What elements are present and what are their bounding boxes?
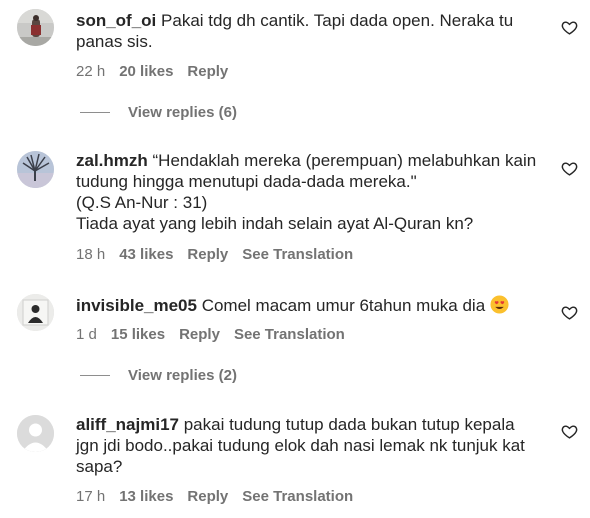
heart-outline-icon[interactable] xyxy=(561,304,578,321)
comment-text: aliff_najmi17 pakai tudung tutup dada bu… xyxy=(76,414,554,477)
likes-count[interactable]: 15 likes xyxy=(111,326,165,344)
comment-meta: 18 h 43 likes Reply See Translation xyxy=(76,246,353,264)
heart-outline-icon[interactable] xyxy=(561,160,578,177)
username[interactable]: zal.hmzh xyxy=(76,151,148,170)
comment-text: zal.hmzh “Hendaklah mereka (perempuan) m… xyxy=(76,150,554,234)
comment-body: Comel macam umur 6tahun muka dia xyxy=(196,296,490,315)
view-replies-label: View replies (2) xyxy=(128,367,237,384)
comment-zal-hmzh: zal.hmzh “Hendaklah mereka (perempuan) m… xyxy=(0,140,590,270)
reply-button[interactable]: Reply xyxy=(187,63,228,81)
view-replies-button[interactable]: View replies (6) xyxy=(80,104,237,121)
comment-meta: 17 h 13 likes Reply See Translation xyxy=(76,488,353,506)
user-photo-icon xyxy=(17,294,54,331)
comment-meta: 22 h 20 likes Reply xyxy=(76,63,228,81)
comment-son-of-oi: son_of_oi Pakai tdg dh cantik. Tapi dada… xyxy=(0,0,590,130)
likes-count[interactable]: 20 likes xyxy=(119,63,173,81)
heart-eyes-emoji-icon xyxy=(490,295,509,314)
see-translation-button[interactable]: See Translation xyxy=(234,326,345,344)
timestamp[interactable]: 1 d xyxy=(76,326,97,344)
comment-aliff-najmi17: aliff_najmi17 pakai tudung tutup dada bu… xyxy=(0,404,590,518)
reply-button[interactable]: Reply xyxy=(187,488,228,506)
likes-count[interactable]: 13 likes xyxy=(119,488,173,506)
likes-count[interactable]: 43 likes xyxy=(119,246,173,264)
avatar[interactable] xyxy=(17,9,54,46)
view-replies-button[interactable]: View replies (2) xyxy=(80,367,237,384)
avatar[interactable] xyxy=(17,294,54,331)
see-translation-button[interactable]: See Translation xyxy=(242,488,353,506)
default-avatar-icon xyxy=(17,415,54,452)
username[interactable]: invisible_me05 xyxy=(76,296,197,315)
heart-outline-icon[interactable] xyxy=(561,19,578,36)
timestamp[interactable]: 22 h xyxy=(76,63,105,81)
comment-invisible-me05: invisible_me05 Comel macam umur 6tahun m… xyxy=(0,285,590,395)
avatar[interactable] xyxy=(17,415,54,452)
username[interactable]: aliff_najmi17 xyxy=(76,415,179,434)
divider-line xyxy=(80,375,110,376)
see-translation-button[interactable]: See Translation xyxy=(242,246,353,264)
reply-button[interactable]: Reply xyxy=(187,246,228,264)
user-photo-icon xyxy=(17,9,54,46)
view-replies-label: View replies (6) xyxy=(128,104,237,121)
timestamp[interactable]: 17 h xyxy=(76,488,105,506)
user-photo-icon xyxy=(17,151,54,188)
comment-meta: 1 d 15 likes Reply See Translation xyxy=(76,326,345,344)
comment-text: invisible_me05 Comel macam umur 6tahun m… xyxy=(76,295,554,316)
reply-button[interactable]: Reply xyxy=(179,326,220,344)
timestamp[interactable]: 18 h xyxy=(76,246,105,264)
divider-line xyxy=(80,112,110,113)
avatar[interactable] xyxy=(17,151,54,188)
comment-text: son_of_oi Pakai tdg dh cantik. Tapi dada… xyxy=(76,10,554,52)
heart-outline-icon[interactable] xyxy=(561,423,578,440)
username[interactable]: son_of_oi xyxy=(76,11,156,30)
